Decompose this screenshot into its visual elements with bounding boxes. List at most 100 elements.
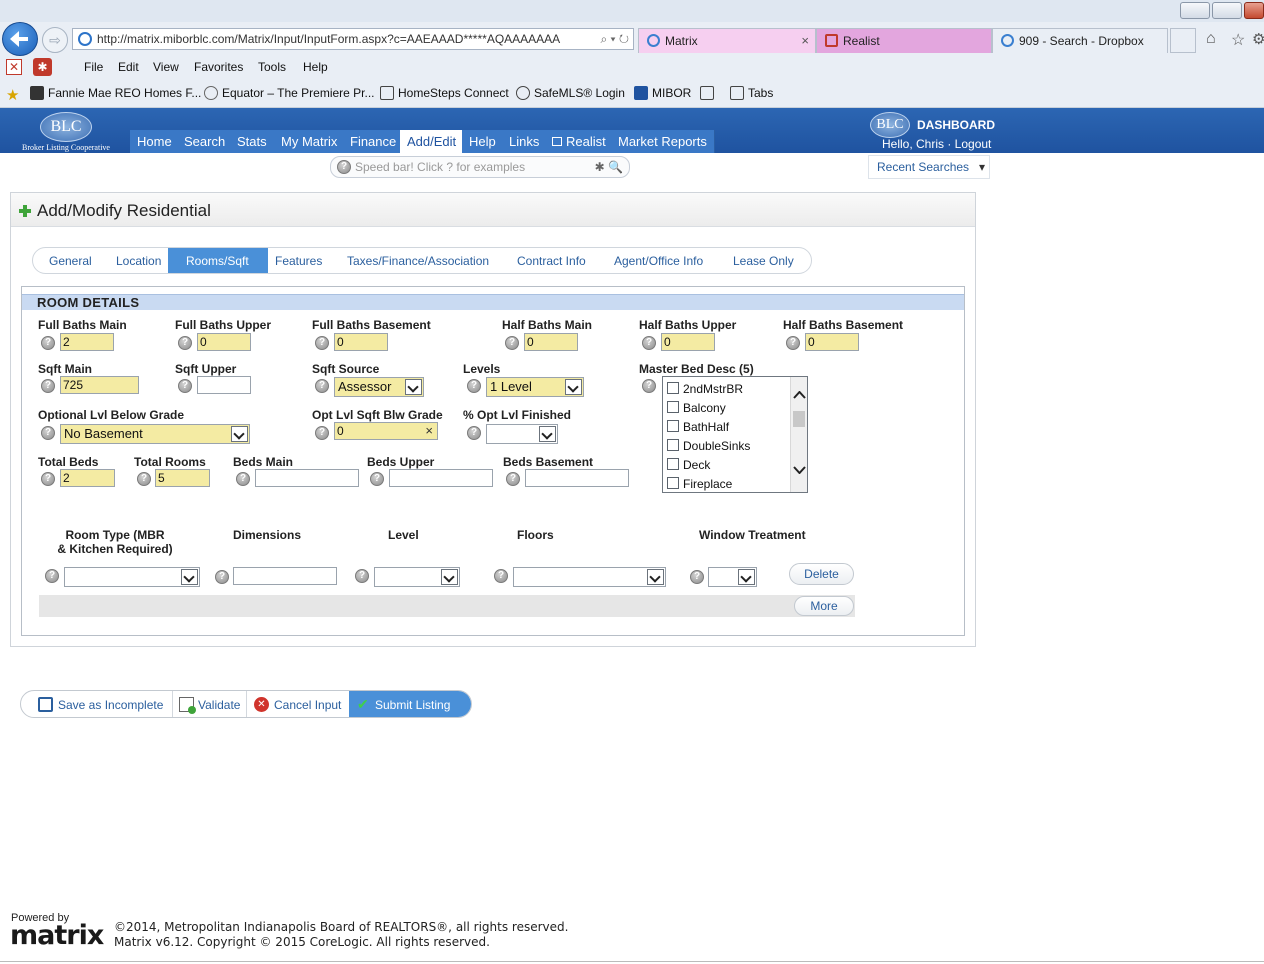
list-item[interactable]: Deck: [667, 458, 710, 472]
sqft-main-input[interactable]: 725: [60, 376, 139, 394]
tab-taxes-finance[interactable]: Taxes/Finance/Association: [347, 254, 489, 268]
cancel-input-button[interactable]: Cancel Input: [274, 698, 341, 712]
nav-help[interactable]: Help: [462, 130, 504, 153]
help-icon[interactable]: ?: [41, 336, 55, 350]
close-tab-icon[interactable]: ×: [801, 29, 809, 53]
dashboard-logo[interactable]: BLC: [870, 112, 910, 138]
list-item[interactable]: DoubleSinks: [667, 439, 750, 453]
dashboard-link[interactable]: DASHBOARD: [917, 118, 995, 132]
restore-button[interactable]: [1212, 2, 1242, 19]
favorites-star-icon[interactable]: ☆: [1231, 30, 1245, 50]
help-icon[interactable]: ?: [642, 379, 656, 393]
tab-realist[interactable]: Realist: [816, 28, 992, 53]
user-greeting[interactable]: Hello, Chris · Logout: [882, 137, 991, 151]
menu-favorites[interactable]: Favorites: [194, 60, 243, 74]
checkbox[interactable]: [667, 382, 679, 394]
list-item[interactable]: Balcony: [667, 401, 726, 415]
total-rooms-input[interactable]: 5: [155, 469, 210, 487]
fav-blank[interactable]: [700, 86, 718, 100]
tab-agent-office[interactable]: Agent/Office Info: [614, 254, 703, 268]
help-icon[interactable]: ?: [494, 569, 508, 583]
opt-lvl-sqft-input[interactable]: 0 ×: [334, 422, 438, 440]
list-item[interactable]: BathHalf: [667, 420, 729, 434]
nav-finance[interactable]: Finance: [343, 130, 405, 153]
room-type-select[interactable]: [64, 567, 200, 587]
help-icon[interactable]: ?: [215, 570, 229, 584]
nav-home[interactable]: Home: [130, 130, 180, 153]
close-x-icon[interactable]: ✕: [6, 59, 22, 75]
scroll-thumb[interactable]: [793, 411, 805, 427]
list-scrollbar[interactable]: [790, 377, 807, 492]
validate-button[interactable]: Validate: [198, 698, 240, 712]
fav-fannie-mae[interactable]: Fannie Mae REO Homes F...: [30, 86, 201, 100]
help-icon[interactable]: ?: [506, 472, 520, 486]
tab-contract-info[interactable]: Contract Info: [517, 254, 586, 268]
fav-safemls[interactable]: SafeMLS® Login: [516, 86, 625, 100]
optional-lvl-select[interactable]: No Basement: [60, 424, 250, 444]
help-icon[interactable]: ?: [178, 336, 192, 350]
full-baths-main-input[interactable]: 2: [60, 333, 114, 351]
beds-upper-input[interactable]: [389, 469, 493, 487]
full-baths-upper-input[interactable]: 0: [197, 333, 251, 351]
close-window-button[interactable]: [1244, 2, 1264, 19]
address-tools[interactable]: ⌕ ▾ ↻: [600, 29, 629, 49]
levels-select[interactable]: 1 Level: [486, 377, 584, 397]
tab-general[interactable]: General: [49, 254, 92, 268]
help-icon[interactable]: ?: [137, 472, 151, 486]
submit-listing-button[interactable]: Submit Listing: [375, 698, 450, 712]
half-baths-main-input[interactable]: 0: [524, 333, 578, 351]
address-bar[interactable]: http://matrix.miborblc.com/Matrix/Input/…: [72, 28, 634, 50]
menu-tools[interactable]: Tools: [258, 60, 286, 74]
nav-search[interactable]: Search: [177, 130, 234, 153]
menu-help[interactable]: Help: [303, 60, 328, 74]
forward-button[interactable]: ⇨: [42, 27, 68, 53]
fav-mibor[interactable]: MIBOR: [634, 86, 691, 100]
tab-lease-only[interactable]: Lease Only: [733, 254, 794, 268]
checkbox[interactable]: [667, 401, 679, 413]
floors-select[interactable]: [513, 567, 666, 587]
delete-room-button[interactable]: Delete: [789, 563, 854, 585]
help-icon[interactable]: ?: [315, 336, 329, 350]
tab-matrix[interactable]: Matrix ×: [638, 28, 816, 53]
save-incomplete-button[interactable]: Save as Incomplete: [58, 698, 163, 712]
help-icon[interactable]: ?: [690, 570, 704, 584]
master-bed-desc-list[interactable]: 2ndMstrBR Balcony BathHalf DoubleSinks D…: [662, 376, 808, 493]
help-icon[interactable]: ?: [786, 336, 800, 350]
help-icon[interactable]: ?: [370, 472, 384, 486]
checkbox[interactable]: [667, 439, 679, 451]
blc-logo[interactable]: BLC Broker Listing Cooperative: [4, 112, 128, 152]
beds-main-input[interactable]: [255, 469, 359, 487]
sqft-source-select[interactable]: Assessor: [334, 377, 424, 397]
favorites-star-icon[interactable]: ★: [6, 86, 19, 104]
pct-opt-lvl-select[interactable]: [486, 424, 558, 444]
list-item[interactable]: 2ndMstrBR: [667, 382, 743, 396]
help-icon[interactable]: ?: [337, 160, 351, 174]
list-item[interactable]: Fireplace: [667, 477, 732, 491]
total-beds-input[interactable]: 2: [60, 469, 115, 487]
tab-dropbox[interactable]: 909 - Search - Dropbox: [992, 28, 1168, 53]
checkbox[interactable]: [667, 458, 679, 470]
help-icon[interactable]: ?: [41, 379, 55, 393]
nav-market-reports[interactable]: Market Reports: [611, 130, 715, 153]
dimensions-input[interactable]: [233, 567, 337, 585]
level-select[interactable]: [374, 567, 460, 587]
sqft-upper-input[interactable]: [197, 376, 251, 394]
help-icon[interactable]: ?: [467, 379, 481, 393]
window-treatment-select[interactable]: [708, 567, 757, 587]
speed-bar-input[interactable]: ? Speed bar! Click ? for examples ✱ 🔍: [330, 156, 630, 178]
clear-icon[interactable]: ×: [425, 423, 433, 439]
recent-searches-dropdown[interactable]: Recent Searches ▾: [868, 155, 990, 179]
nav-my-matrix[interactable]: My Matrix: [274, 130, 346, 153]
menu-edit[interactable]: Edit: [118, 60, 139, 74]
help-icon[interactable]: ?: [236, 472, 250, 486]
nav-realist[interactable]: Realist: [546, 130, 614, 153]
help-icon[interactable]: ?: [41, 426, 55, 440]
minimize-button[interactable]: [1180, 2, 1210, 19]
home-icon[interactable]: ⌂: [1206, 30, 1216, 48]
tab-rooms-sqft[interactable]: Rooms/Sqft: [186, 254, 249, 268]
help-icon[interactable]: ?: [315, 426, 329, 440]
help-icon[interactable]: ?: [178, 379, 192, 393]
settings-gear-icon[interactable]: ⚙: [1252, 30, 1264, 48]
addon-icon[interactable]: ✱: [33, 58, 52, 76]
back-button[interactable]: [2, 22, 38, 56]
